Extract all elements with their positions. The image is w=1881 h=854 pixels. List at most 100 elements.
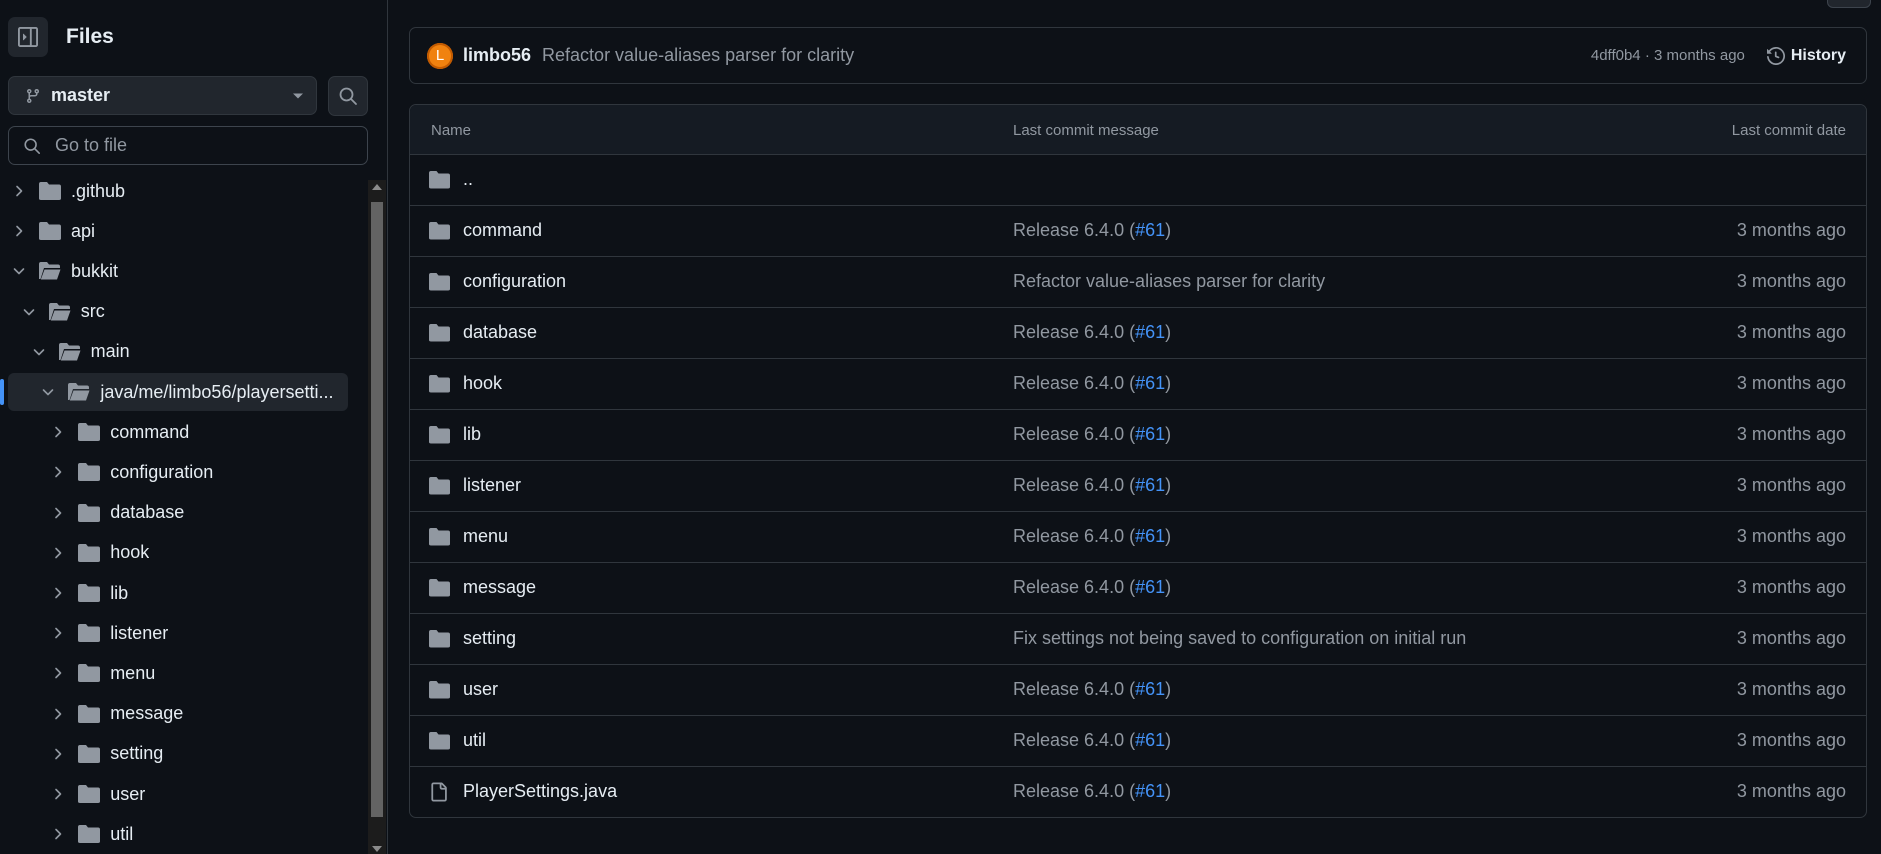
- tree-item[interactable]: main: [8, 333, 346, 371]
- tree-item[interactable]: java/me/limbo56/playersetti...: [0, 373, 348, 411]
- sidebar-header: Files: [8, 17, 114, 57]
- folder-icon: [429, 273, 450, 291]
- pull-request-link[interactable]: #61: [1135, 730, 1165, 750]
- pull-request-link[interactable]: #61: [1135, 475, 1165, 495]
- last-commit-message: Release 6.4.0 (#61): [1013, 679, 1171, 700]
- table-row[interactable]: listener Release 6.4.0 (#61) 3 months ago: [410, 461, 1866, 512]
- table-header: Name Last commit message Last commit dat…: [410, 105, 1866, 155]
- item-name-link[interactable]: lib: [463, 424, 481, 445]
- commit-message-text[interactable]: Release 6.4.0 (: [1013, 322, 1135, 342]
- tree-item[interactable]: menu: [8, 654, 346, 692]
- item-name-link[interactable]: menu: [463, 526, 508, 547]
- pull-request-link[interactable]: #61: [1135, 424, 1165, 444]
- search-files-button[interactable]: [328, 76, 368, 116]
- commit-message-text[interactable]: Release 6.4.0 (: [1013, 679, 1135, 699]
- table-row[interactable]: database Release 6.4.0 (#61) 3 months ago: [410, 308, 1866, 359]
- sidebar-scrollbar[interactable]: [368, 180, 386, 854]
- tree-item[interactable]: util: [8, 815, 346, 853]
- commit-message-text[interactable]: Release 6.4.0 (: [1013, 781, 1135, 801]
- table-row[interactable]: PlayerSettings.java Release 6.4.0 (#61) 3 …: [410, 767, 1866, 817]
- last-commit-message: Release 6.4.0 (#61): [1013, 220, 1171, 241]
- tree-item[interactable]: command: [8, 413, 346, 451]
- tree-item[interactable]: user: [8, 775, 346, 813]
- commit-message-text[interactable]: Release 6.4.0 (: [1013, 373, 1135, 393]
- table-row[interactable]: util Release 6.4.0 (#61) 3 months ago: [410, 716, 1866, 767]
- tree-item[interactable]: src: [8, 293, 346, 331]
- item-name-link[interactable]: message: [463, 577, 536, 598]
- folder-icon: [78, 423, 101, 442]
- go-to-file-field[interactable]: [8, 126, 368, 165]
- sidebar-collapse-icon: [18, 27, 38, 47]
- row-icon: [429, 680, 450, 699]
- tree-item[interactable]: hook: [8, 534, 346, 572]
- parent-directory-link[interactable]: ..: [463, 169, 473, 190]
- tree-item[interactable]: configuration: [8, 453, 346, 491]
- commit-message-text[interactable]: Release 6.4.0 (: [1013, 730, 1135, 750]
- item-name-link[interactable]: setting: [463, 628, 516, 649]
- pull-request-link[interactable]: #61: [1135, 526, 1165, 546]
- table-row[interactable]: command Release 6.4.0 (#61) 3 months ago: [410, 206, 1866, 257]
- pull-request-link[interactable]: #61: [1135, 679, 1165, 699]
- table-row[interactable]: user Release 6.4.0 (#61) 3 months ago: [410, 665, 1866, 716]
- pull-request-link[interactable]: #61: [1135, 781, 1165, 801]
- avatar[interactable]: L: [427, 42, 453, 69]
- folder-icon: [78, 825, 101, 844]
- item-name-link[interactable]: command: [463, 220, 542, 241]
- file-icon: [431, 782, 447, 802]
- commit-message-text[interactable]: Release 6.4.0 (: [1013, 475, 1135, 495]
- table-row[interactable]: configuration Refactor value-aliases pars…: [410, 257, 1866, 308]
- pull-request-link[interactable]: #61: [1135, 220, 1165, 240]
- branch-selector[interactable]: master: [8, 76, 317, 115]
- tree-item[interactable]: setting: [8, 735, 346, 773]
- item-name-link[interactable]: PlayerSettings.java: [463, 781, 617, 802]
- commit-message-text[interactable]: Refactor value-aliases parser for clarit…: [1013, 271, 1325, 291]
- item-name-link[interactable]: util: [463, 730, 486, 751]
- table-row[interactable]: hook Release 6.4.0 (#61) 3 months ago: [410, 359, 1866, 410]
- tree-item-label: hook: [110, 542, 150, 563]
- tree-item[interactable]: listener: [8, 614, 346, 652]
- last-commit-message: Release 6.4.0 (#61): [1013, 526, 1171, 547]
- pull-request-link[interactable]: #61: [1135, 322, 1165, 342]
- go-to-file-input[interactable]: [53, 134, 357, 157]
- item-name-link[interactable]: hook: [463, 373, 502, 394]
- commit-meta[interactable]: 4dff0b4 · 3 months ago: [1591, 47, 1745, 64]
- item-name-link[interactable]: database: [463, 322, 537, 343]
- table-row[interactable]: lib Release 6.4.0 (#61) 3 months ago: [410, 410, 1866, 461]
- scroll-down-arrow-icon[interactable]: [372, 846, 382, 852]
- more-options-button[interactable]: [1827, 0, 1871, 8]
- chevron-right-icon: [55, 748, 62, 760]
- last-commit-date: 3 months ago: [1736, 526, 1846, 546]
- last-commit-message: Refactor value-aliases parser for clarit…: [1013, 271, 1325, 292]
- item-name-link[interactable]: user: [463, 679, 498, 700]
- scrollbar-thumb[interactable]: [371, 202, 383, 817]
- pull-request-link[interactable]: #61: [1135, 373, 1165, 393]
- commit-message-text[interactable]: Release 6.4.0 (: [1013, 526, 1135, 546]
- tree-item[interactable]: .github: [8, 172, 346, 210]
- table-row[interactable]: menu Release 6.4.0 (#61) 3 months ago: [410, 512, 1866, 563]
- pull-request-link[interactable]: #61: [1135, 577, 1165, 597]
- item-name-link[interactable]: listener: [463, 475, 521, 496]
- collapse-sidebar-button[interactable]: [8, 17, 48, 57]
- tree-item[interactable]: lib: [8, 574, 346, 612]
- chevron-down-icon: [23, 308, 35, 315]
- history-button[interactable]: History: [1766, 47, 1846, 65]
- parent-directory-row[interactable]: ..: [410, 155, 1866, 206]
- commit-message-text[interactable]: Release 6.4.0 (: [1013, 577, 1135, 597]
- item-name-link[interactable]: configuration: [463, 271, 566, 292]
- commit-message[interactable]: Refactor value-aliases parser for clarit…: [542, 45, 1591, 66]
- commit-message-text[interactable]: Release 6.4.0 (: [1013, 220, 1135, 240]
- folder-icon: [39, 182, 61, 200]
- table-row[interactable]: message Release 6.4.0 (#61) 3 months ago: [410, 563, 1866, 614]
- tree-item[interactable]: api: [8, 212, 346, 250]
- tree-item[interactable]: bukkit: [8, 252, 346, 290]
- tree-item[interactable]: database: [8, 494, 346, 532]
- scroll-up-arrow-icon[interactable]: [372, 184, 382, 190]
- table-row[interactable]: setting Fix settings not being saved to c…: [410, 614, 1866, 665]
- tree-item-label: java/me/limbo56/playersetti...: [100, 381, 334, 402]
- commit-message-text[interactable]: Fix settings not being saved to configur…: [1013, 628, 1466, 648]
- tree-item-label: listener: [110, 622, 169, 643]
- column-header-message: Last commit message: [1013, 122, 1159, 139]
- tree-item[interactable]: message: [8, 695, 346, 733]
- commit-author[interactable]: limbo56: [463, 45, 531, 66]
- commit-message-text[interactable]: Release 6.4.0 (: [1013, 424, 1135, 444]
